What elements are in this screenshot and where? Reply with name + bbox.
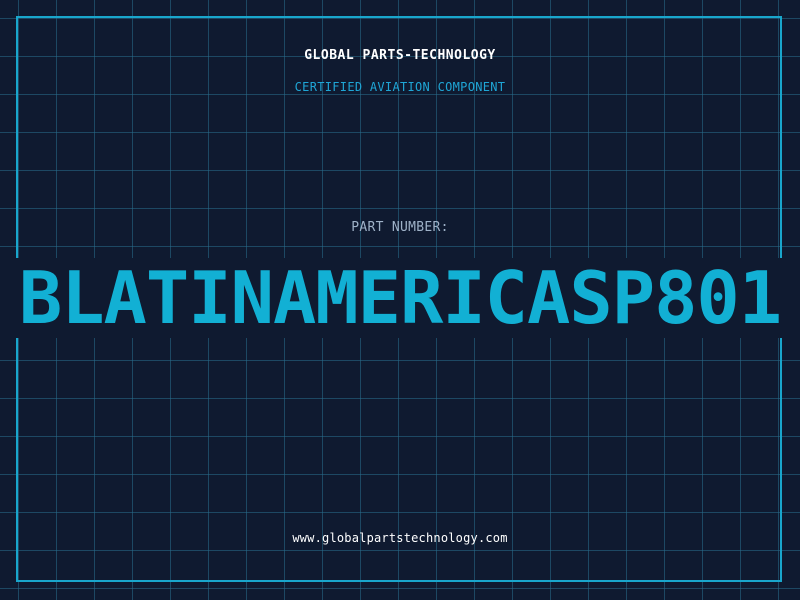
label-canvas: GLOBAL PARTS-TECHNOLOGY CERTIFIED AVIATI… <box>0 0 800 600</box>
part-number-label: PART NUMBER: <box>351 220 449 235</box>
part-number-value: BLATINAMERICASP801 <box>18 256 782 340</box>
certification-subtitle: CERTIFIED AVIATION COMPONENT <box>294 80 506 94</box>
company-name: GLOBAL PARTS-TECHNOLOGY <box>304 48 496 63</box>
website-url: www.globalpartstechnology.com <box>292 531 508 545</box>
